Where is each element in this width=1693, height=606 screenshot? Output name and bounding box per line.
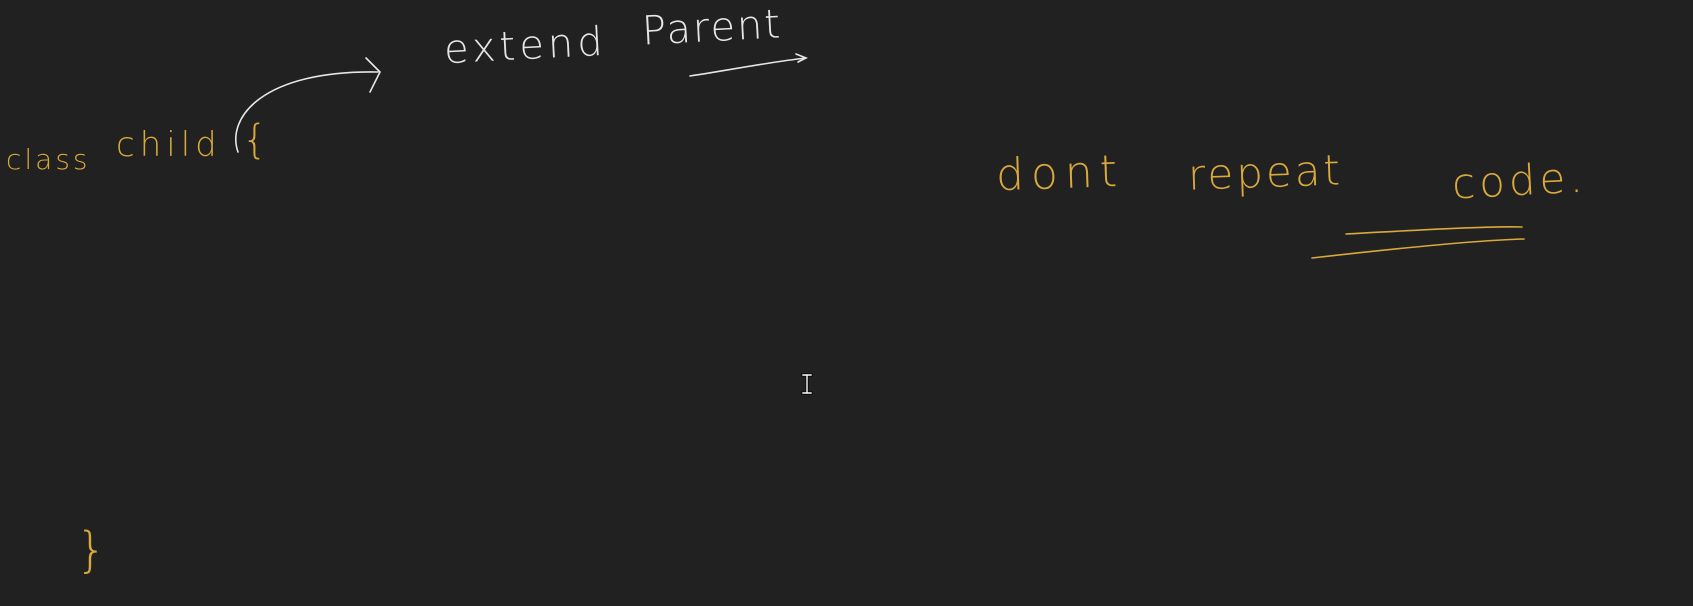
annotation-child: child (116, 125, 222, 165)
text-cursor-icon (801, 373, 813, 395)
annotation-extend: extend (442, 18, 608, 74)
annotation-close-brace: } (76, 522, 113, 578)
parent-underline-stroke (689, 57, 807, 77)
annotation-parent: Parent (640, 1, 784, 55)
whiteboard-canvas[interactable]: extend Parent class child { dont repeat … (0, 0, 1693, 606)
code-underline-2 (1311, 238, 1525, 259)
code-underline-1 (1345, 226, 1523, 235)
annotation-repeat: repeat (1187, 145, 1344, 200)
annotation-open-brace: { (242, 117, 274, 163)
annotation-dont: dont (995, 145, 1125, 202)
annotation-code: code. (1450, 152, 1588, 209)
ink-strokes (235, 53, 1525, 259)
arrow-head-stroke (365, 57, 381, 93)
annotation-class: class (6, 143, 91, 176)
